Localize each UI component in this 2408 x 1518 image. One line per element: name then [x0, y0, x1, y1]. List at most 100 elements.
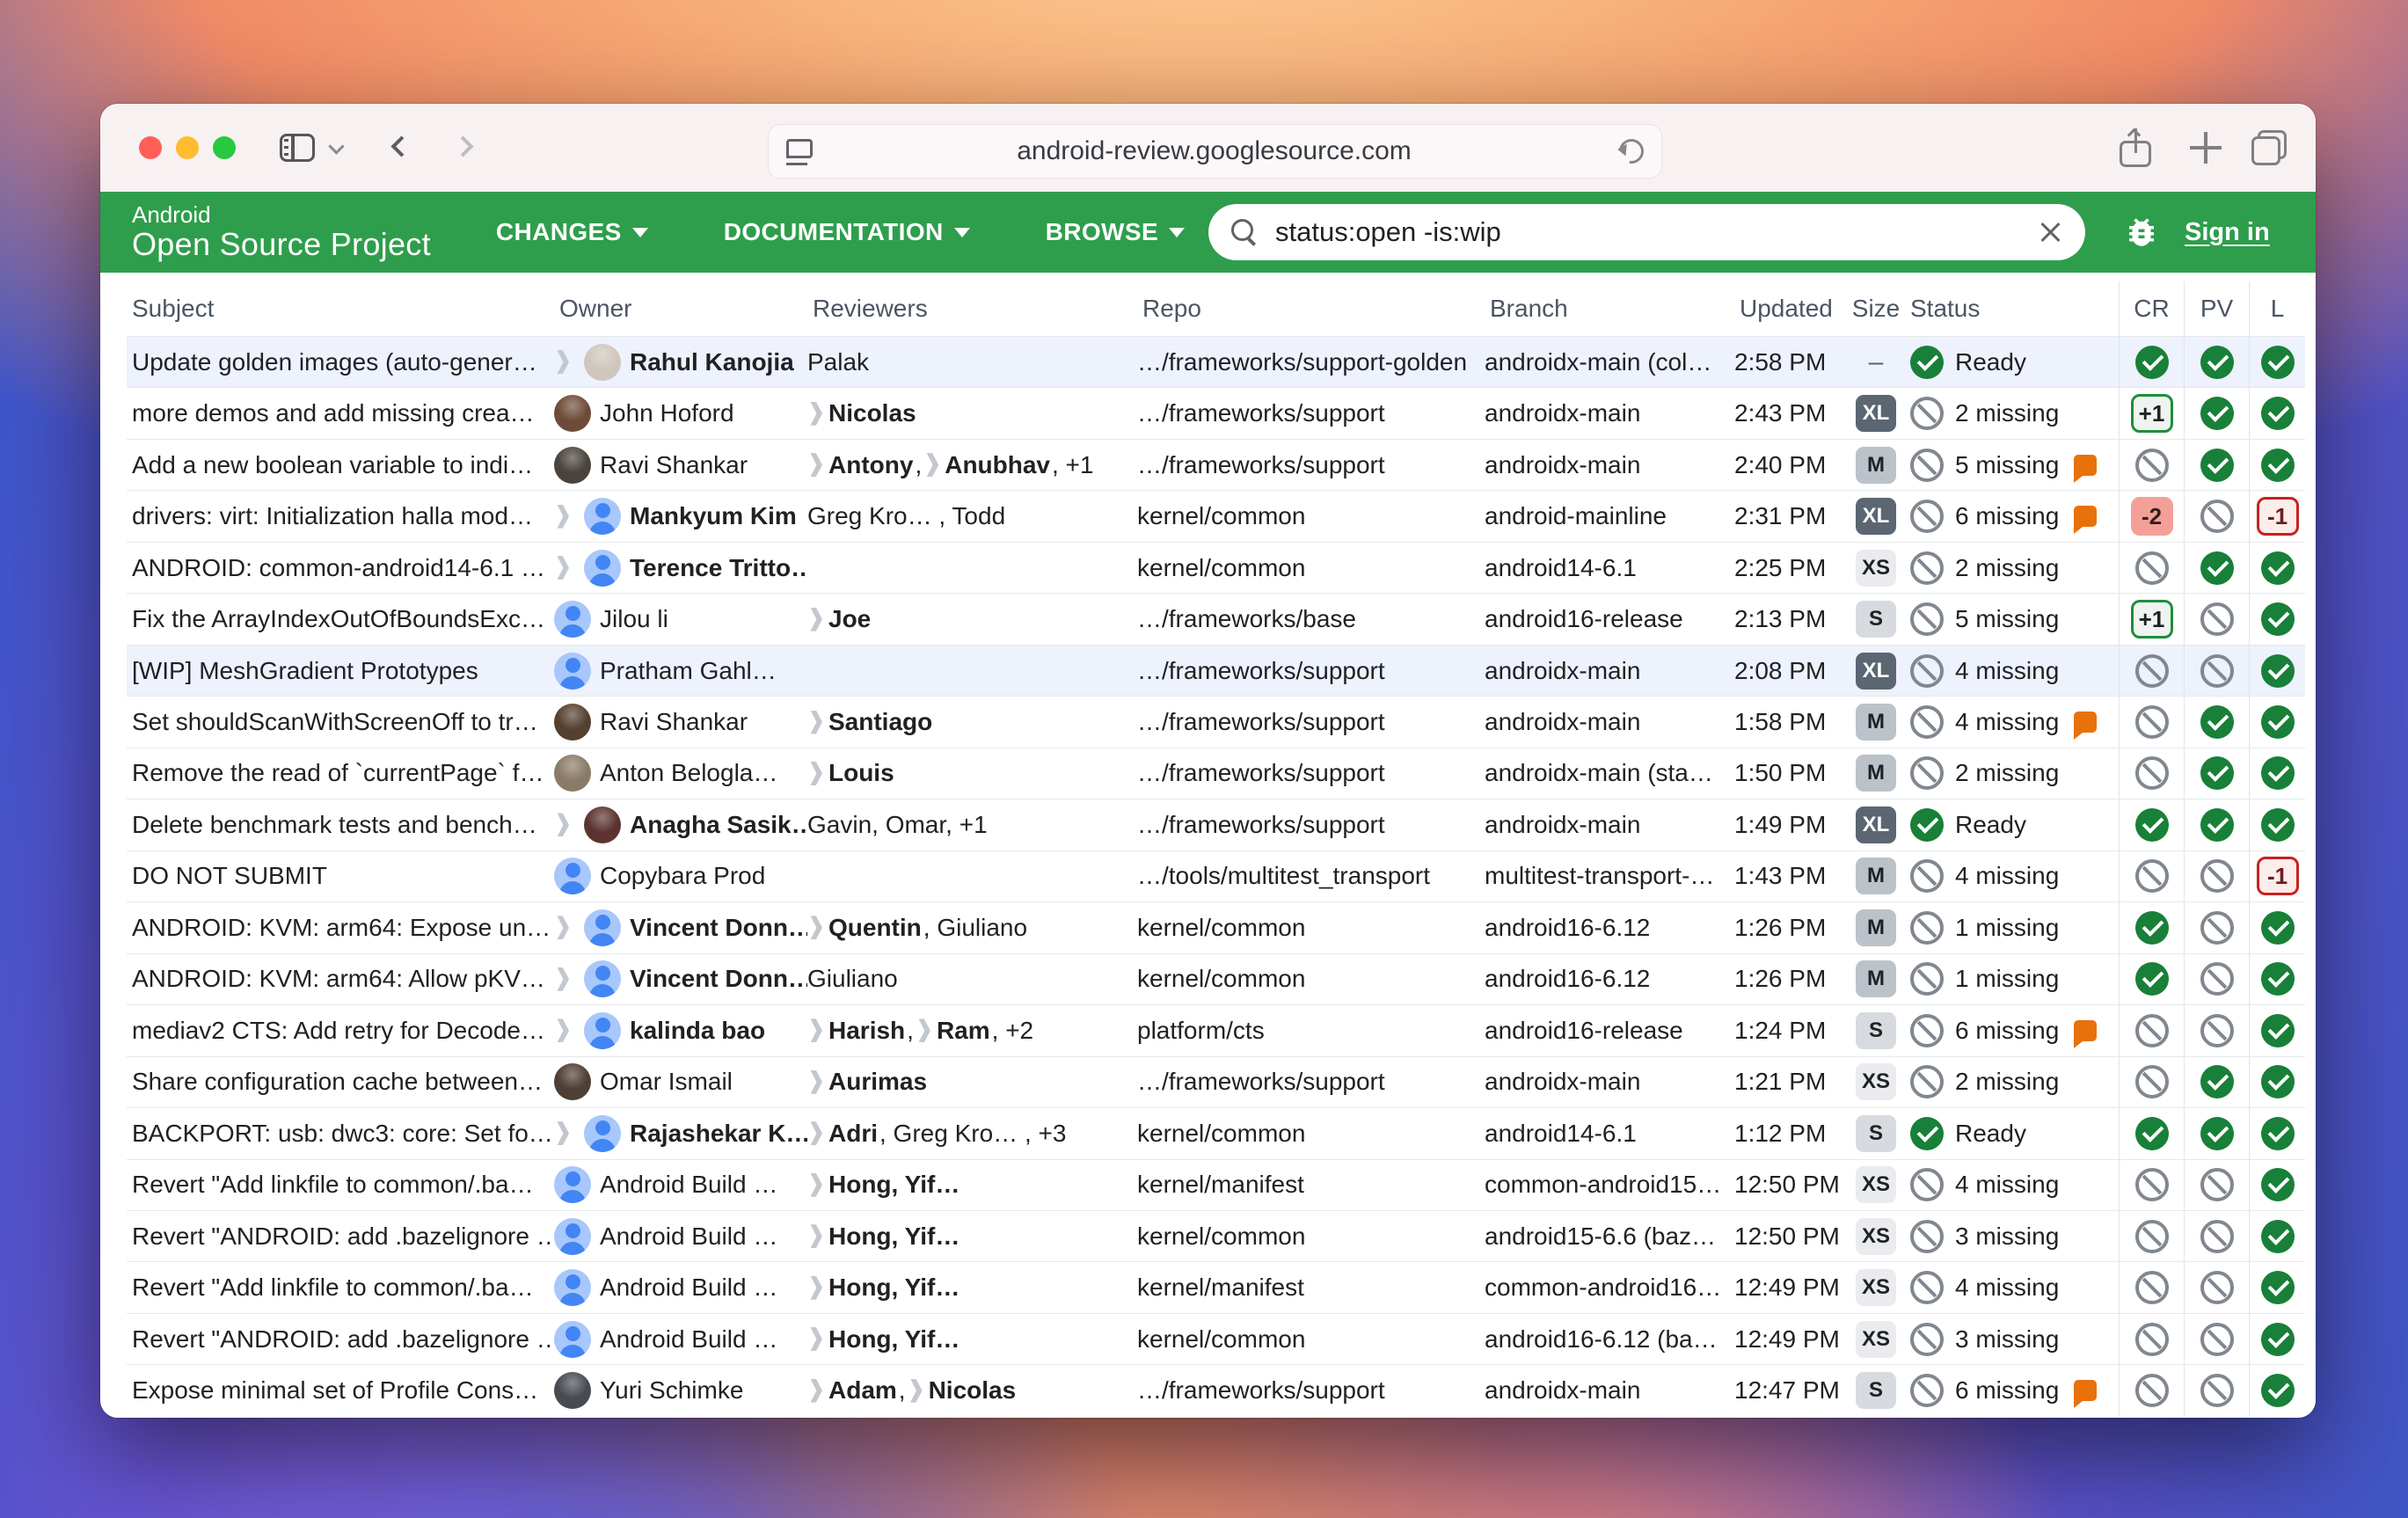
reviewer-name[interactable]: Adam	[828, 1376, 897, 1405]
owner-name[interactable]: Android Build …	[600, 1274, 777, 1302]
owner-name[interactable]: Pratham Gahl…	[600, 657, 777, 685]
owner-name[interactable]: Jilou li	[600, 605, 668, 633]
col-repo[interactable]: Repo	[1137, 295, 1485, 323]
repo-cell[interactable]: …/tools/multitest_transport	[1137, 851, 1485, 901]
table-row[interactable]: more demos and add missing crea…John Hof…	[127, 387, 2305, 438]
menu-changes[interactable]: CHANGES	[496, 218, 648, 246]
reviewer-name[interactable]: ,	[907, 1017, 914, 1045]
branch-cell[interactable]: android14-6.1	[1485, 1108, 1734, 1158]
col-subject[interactable]: Subject	[127, 295, 554, 323]
branch-cell[interactable]: androidx-main	[1485, 646, 1734, 696]
owner-name[interactable]: Mankyum Kim	[630, 502, 797, 530]
col-pv[interactable]: PV	[2184, 281, 2249, 336]
menu-browse[interactable]: BROWSE	[1046, 218, 1185, 246]
site-logo[interactable]: Android Open Source Project	[132, 203, 431, 260]
reviewer-name[interactable]: Nicolas	[929, 1376, 1017, 1405]
col-reviewers[interactable]: Reviewers	[807, 295, 1137, 323]
branch-cell[interactable]: androidx-main	[1485, 697, 1734, 747]
repo-cell[interactable]: platform/cts	[1137, 1005, 1485, 1055]
branch-cell[interactable]: android14-6.1	[1485, 543, 1734, 593]
table-row[interactable]: drivers: virt: Initialization halla mod……	[127, 490, 2305, 541]
table-row[interactable]: [WIP] MeshGradient PrototypesPratham Gah…	[127, 645, 2305, 696]
search-input[interactable]	[1275, 216, 2038, 248]
branch-cell[interactable]: android15-6.6 (baz…	[1485, 1211, 1734, 1261]
owner-name[interactable]: Android Build …	[600, 1171, 777, 1199]
owner-name[interactable]: Rahul Kanojia	[630, 348, 794, 376]
branch-cell[interactable]: multitest-transport-…	[1485, 851, 1734, 901]
reviewer-name[interactable]: , +2	[992, 1017, 1033, 1045]
tab-overview-icon[interactable]	[2251, 130, 2287, 165]
new-tab-icon[interactable]	[2190, 132, 2222, 164]
branch-cell[interactable]: androidx-main (sta…	[1485, 748, 1734, 799]
table-row[interactable]: Set shouldScanWithScreenOff to tr…Ravi S…	[127, 696, 2305, 747]
reviewer-name[interactable]: Hong, Yif…	[828, 1171, 960, 1199]
reviewer-name[interactable]: Hong, Yif…	[828, 1325, 960, 1354]
reviewer-name[interactable]: Louis	[828, 759, 894, 787]
owner-name[interactable]: Vincent Donn…	[630, 965, 807, 993]
repo-cell[interactable]: kernel/common	[1137, 902, 1485, 952]
reviewer-name[interactable]: , Greg Kro… , +3	[879, 1120, 1066, 1148]
repo-cell[interactable]: …/frameworks/support	[1137, 440, 1485, 490]
reviewer-name[interactable]: , +1	[1052, 451, 1093, 479]
branch-cell[interactable]: android16-release	[1485, 594, 1734, 644]
table-row[interactable]: Revert "ANDROID: add .bazelignore …Andro…	[127, 1210, 2305, 1261]
owner-name[interactable]: Copybara Prod	[600, 862, 765, 890]
table-row[interactable]: Update golden images (auto-gener…Rahul K…	[127, 336, 2305, 387]
minimize-window-button[interactable]	[176, 136, 199, 159]
owner-name[interactable]: Rajashekar K…	[630, 1120, 807, 1148]
menu-documentation[interactable]: DOCUMENTATION	[724, 218, 970, 246]
col-owner[interactable]: Owner	[554, 295, 807, 323]
repo-cell[interactable]: kernel/common	[1137, 1314, 1485, 1364]
owner-name[interactable]: Terence Tritto…	[630, 554, 807, 582]
owner-name[interactable]: kalinda bao	[630, 1017, 765, 1045]
table-row[interactable]: DO NOT SUBMITCopybara Prod…/tools/multit…	[127, 850, 2305, 901]
repo-cell[interactable]: kernel/manifest	[1137, 1160, 1485, 1210]
col-size[interactable]: Size	[1849, 295, 1903, 323]
reviewer-name[interactable]: Joe	[828, 605, 871, 633]
repo-cell[interactable]: …/frameworks/support	[1137, 799, 1485, 850]
repo-cell[interactable]: …/frameworks/support	[1137, 697, 1485, 747]
table-row[interactable]: ANDROID: KVM: arm64: Allow pKV…Vincent D…	[127, 953, 2305, 1004]
reviewer-name[interactable]: Quentin	[828, 914, 922, 942]
reviewer-name[interactable]: Greg Kro… , Todd	[807, 502, 1005, 530]
branch-cell[interactable]: android16-release	[1485, 1005, 1734, 1055]
table-row[interactable]: Revert "ANDROID: add .bazelignore …Andro…	[127, 1313, 2305, 1364]
owner-name[interactable]: Omar Ismail	[600, 1068, 733, 1096]
reviewer-name[interactable]: Adri	[828, 1120, 878, 1148]
table-row[interactable]: Expose minimal set of Profile Cons…Yuri …	[127, 1364, 2305, 1415]
branch-cell[interactable]: androidx-main	[1485, 440, 1734, 490]
col-updated[interactable]: Updated	[1734, 295, 1849, 323]
branch-cell[interactable]: android-mainline	[1485, 491, 1734, 541]
reviewer-name[interactable]: Ram	[937, 1017, 990, 1045]
zoom-window-button[interactable]	[213, 136, 236, 159]
owner-name[interactable]: Android Build …	[600, 1222, 777, 1251]
owner-name[interactable]: Vincent Donn…	[630, 914, 807, 942]
reviewer-name[interactable]: Antony	[828, 451, 913, 479]
table-row[interactable]: Delete benchmark tests and bench…Anagha …	[127, 799, 2305, 850]
reviewer-name[interactable]: Harish	[828, 1017, 905, 1045]
repo-cell[interactable]: kernel/common	[1137, 491, 1485, 541]
branch-cell[interactable]: androidx-main	[1485, 799, 1734, 850]
branch-cell[interactable]: androidx-main	[1485, 1365, 1734, 1415]
col-branch[interactable]: Branch	[1485, 295, 1734, 323]
branch-cell[interactable]: android16-6.12	[1485, 902, 1734, 952]
col-cr[interactable]: CR	[2119, 281, 2184, 336]
refresh-icon[interactable]	[1615, 135, 1649, 169]
reviewer-name[interactable]: Santiago	[828, 708, 932, 736]
branch-cell[interactable]: androidx-main	[1485, 388, 1734, 438]
reviewer-name[interactable]: , Giuliano	[923, 914, 1027, 942]
table-row[interactable]: Fix the ArrayIndexOutOfBoundsExc…Jilou l…	[127, 593, 2305, 644]
reviewer-name[interactable]: Palak	[807, 348, 869, 376]
reviewer-name[interactable]: Nicolas	[828, 399, 916, 427]
branch-cell[interactable]: androidx-main	[1485, 1057, 1734, 1107]
sign-in-link[interactable]: Sign in	[2185, 218, 2270, 247]
branch-cell[interactable]: common-android15…	[1485, 1160, 1734, 1210]
reviewer-name[interactable]: Hong, Yif…	[828, 1274, 960, 1302]
sidebar-toggle-icon[interactable]	[280, 134, 315, 162]
reviewer-name[interactable]: ,	[899, 1376, 906, 1405]
address-bar[interactable]: android-review.googlesource.com	[768, 124, 1662, 179]
sidebar-chevron-down-icon[interactable]	[328, 138, 344, 154]
reviewer-name[interactable]: Gavin, Omar, +1	[807, 811, 988, 839]
owner-name[interactable]: Yuri Schimke	[600, 1376, 743, 1405]
owner-name[interactable]: Anagha Sasik…	[630, 811, 807, 839]
